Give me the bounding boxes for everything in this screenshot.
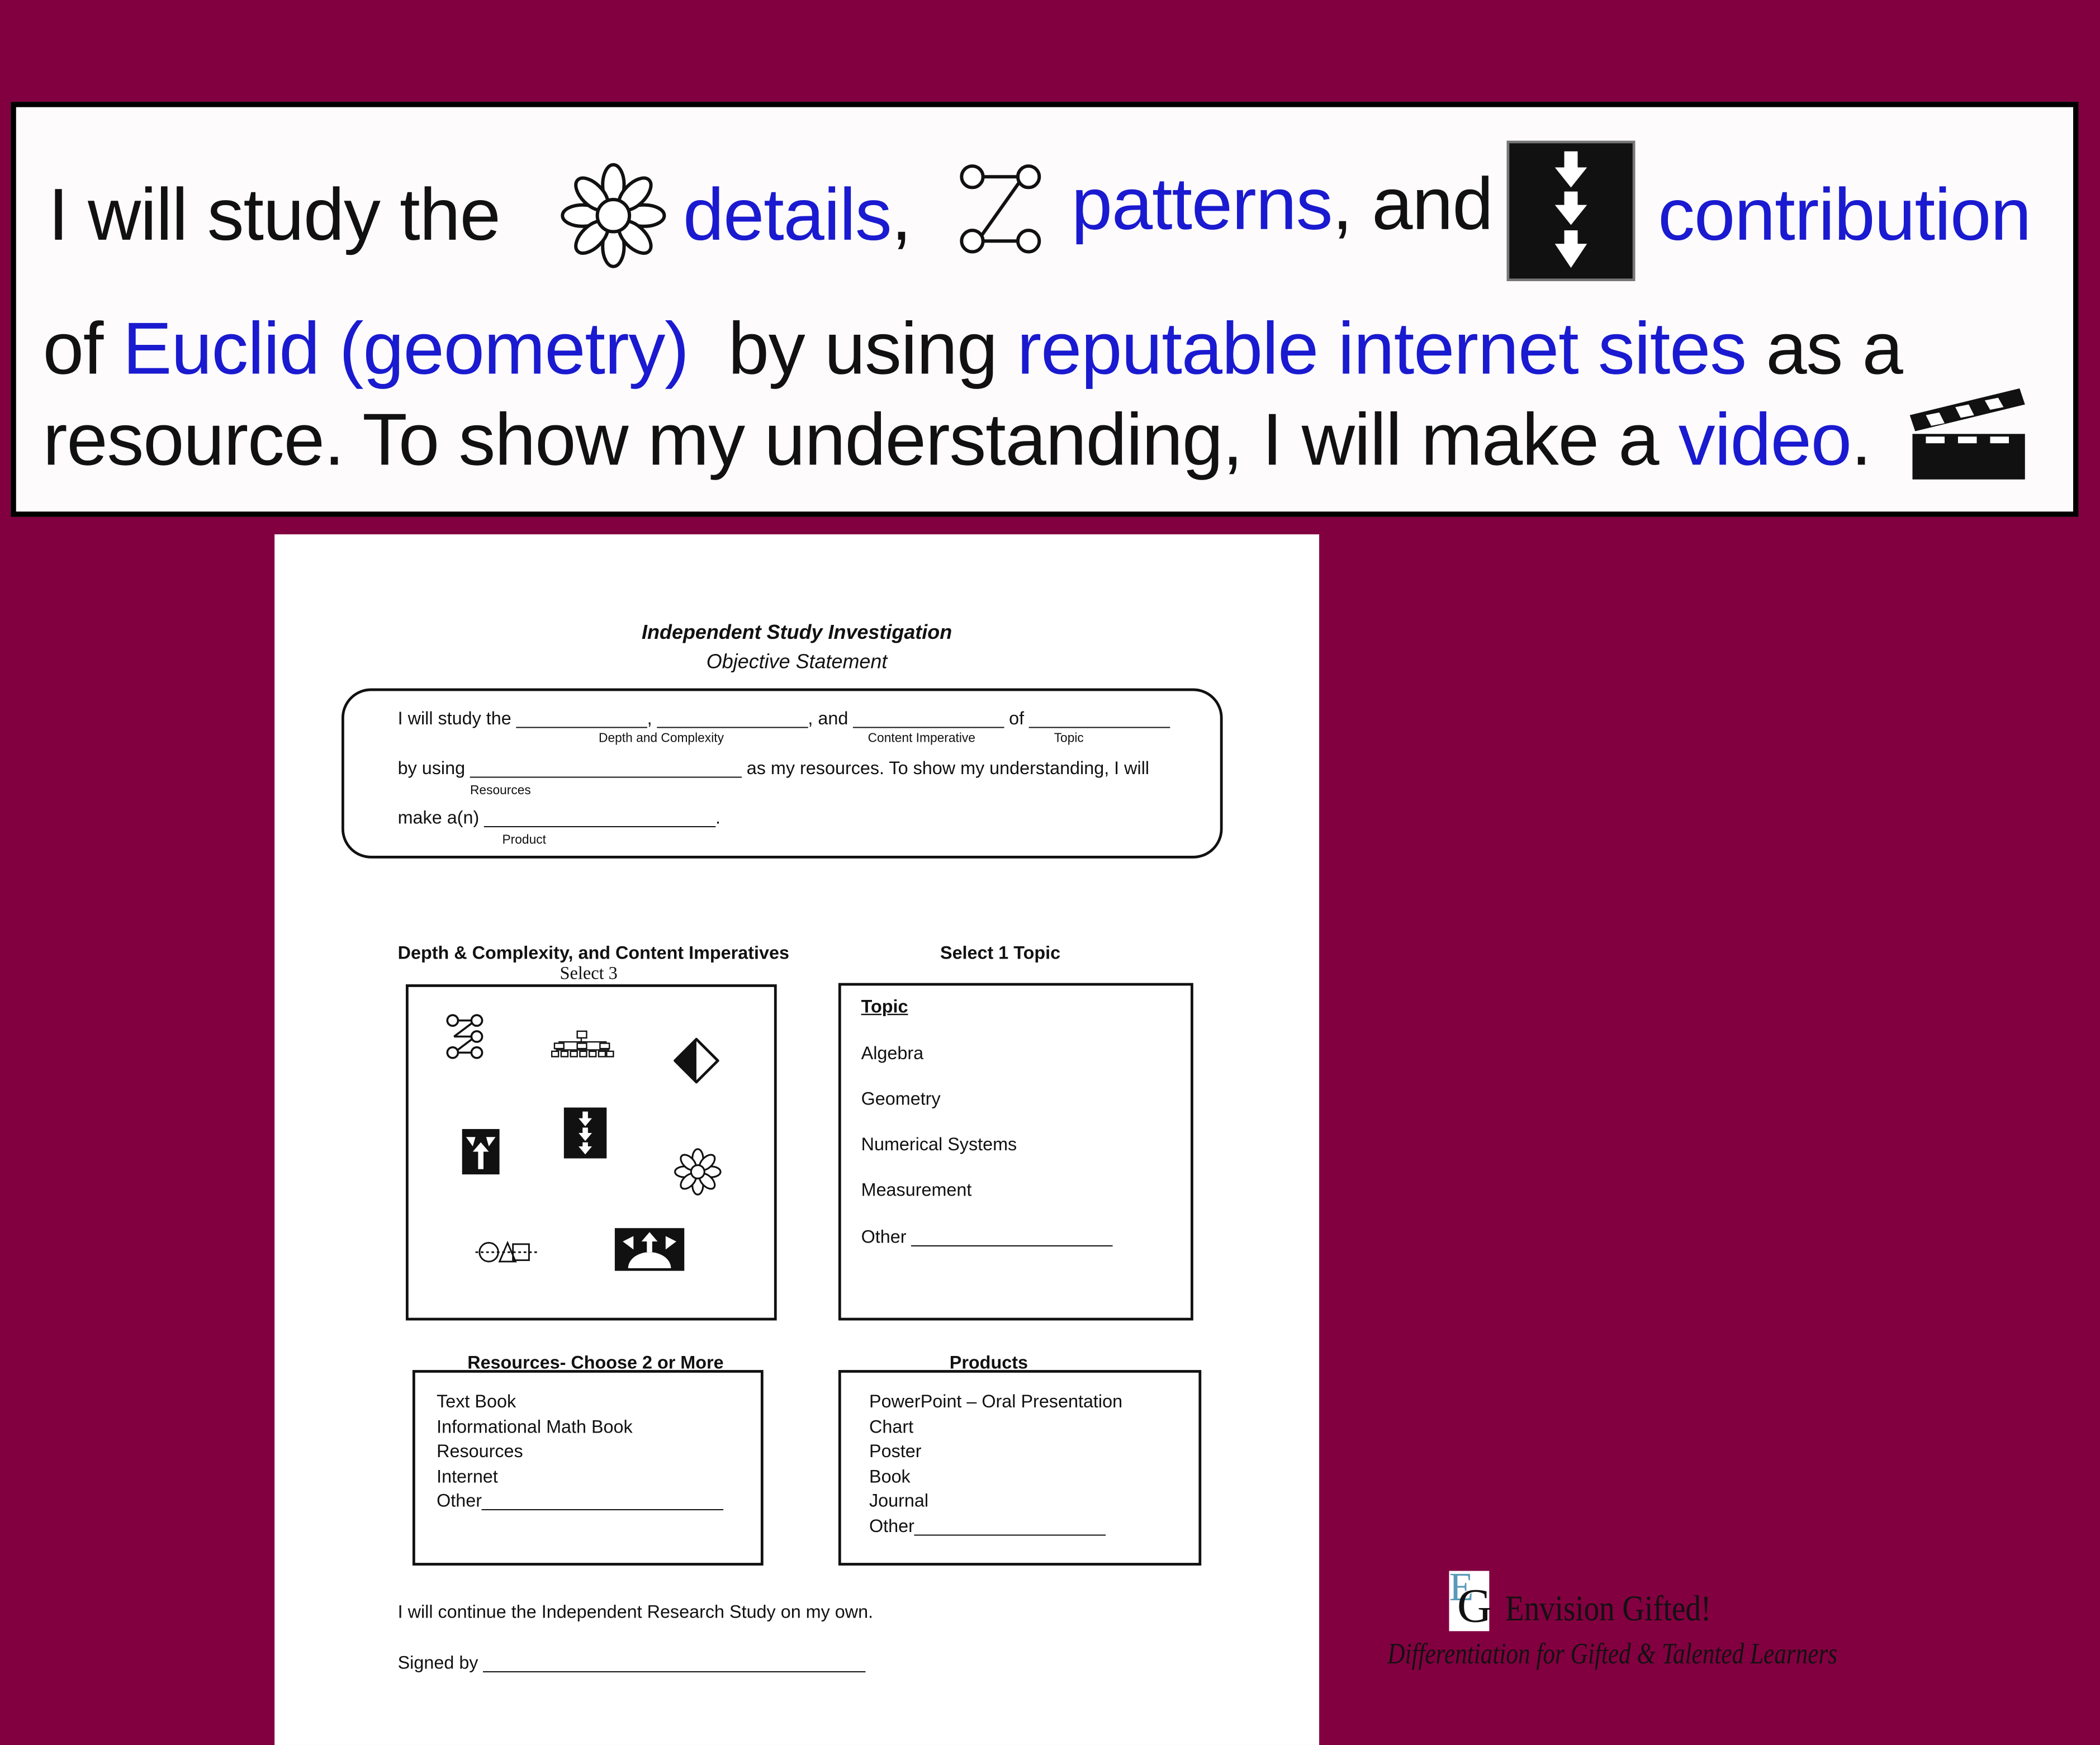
- objective-line1: I will study the _____________, ________…: [397, 708, 1170, 729]
- line3-text: resource. To show my understanding, I wi…: [42, 397, 1679, 481]
- resource-word: reputable internet sites: [1017, 306, 1747, 390]
- resource-item: Other________________________: [437, 1490, 723, 1511]
- logo-mark-g: G: [1457, 1578, 1492, 1633]
- worksheet-page: Independent Study Investigation Objectiv…: [274, 534, 1320, 1745]
- signature-line: Signed by ______________________________…: [397, 1652, 866, 1673]
- by-using-text: by using: [688, 306, 1017, 390]
- objective-line2: by using ___________________________ as …: [397, 758, 1150, 779]
- label-topic: Topic: [1054, 731, 1084, 746]
- multiple-perspectives-icon: [614, 1228, 685, 1271]
- objective-line3: make a(n) _______________________.: [397, 807, 720, 828]
- as-a-text: as a: [1746, 306, 1903, 390]
- banner-line1-prefix: I will study the: [48, 173, 501, 256]
- label-product: Product: [502, 833, 546, 848]
- resource-item: Resources: [437, 1441, 523, 1462]
- dc-subheading: Select 3: [560, 962, 618, 983]
- details-icon: [674, 1148, 722, 1196]
- patterns-word: patterns: [1071, 162, 1333, 245]
- topic-list-heading: Topic: [861, 996, 908, 1017]
- topic-item: Measurement: [861, 1179, 972, 1200]
- product-word: video: [1678, 397, 1852, 481]
- resource-item: Informational Math Book: [437, 1416, 633, 1436]
- topic-box: Topic Algebra Geometry Numerical Systems…: [838, 983, 1193, 1321]
- objective-banner: I will study the details, patterns, and …: [11, 102, 2079, 517]
- label-resources: Resources: [470, 783, 531, 799]
- ethics-icon: [674, 1037, 719, 1084]
- product-item: PowerPoint – Oral Presentation: [869, 1391, 1123, 1412]
- product-item: Book: [869, 1466, 911, 1486]
- patterns-icon: [960, 164, 1041, 254]
- contribution-word: contribution: [1658, 173, 2031, 256]
- label-depth-complexity: Depth and Complexity: [599, 731, 724, 746]
- comma: ,: [891, 173, 912, 256]
- topic-item: Geometry: [861, 1088, 941, 1109]
- products-box: PowerPoint – Oral Presentation Chart Pos…: [838, 1370, 1202, 1566]
- topic-item: Algebra: [861, 1043, 924, 1064]
- worksheet-subtitle: Objective Statement: [706, 651, 888, 674]
- continue-statement: I will continue the Independent Research…: [397, 1601, 874, 1622]
- contribution-arrows-icon: [1506, 140, 1636, 282]
- dc-icons-box: [405, 984, 777, 1321]
- flower-details-icon: [561, 163, 666, 268]
- contribution-icon: [563, 1107, 607, 1159]
- resources-box: Text Book Informational Math Book Resour…: [412, 1370, 764, 1566]
- resource-item: Text Book: [437, 1391, 516, 1412]
- trends-icon: [462, 1128, 500, 1175]
- logo-name: Envision Gifted!: [1505, 1588, 1712, 1629]
- dc-heading: Depth & Complexity, and Content Imperati…: [397, 942, 789, 963]
- label-content-imperative: Content Imperative: [868, 731, 975, 746]
- patterns-icon: [446, 1014, 483, 1059]
- topic-item: Other ____________________: [861, 1226, 1113, 1247]
- product-item: Other___________________: [869, 1515, 1106, 1536]
- product-item: Poster: [869, 1441, 922, 1462]
- worksheet-title: Independent Study Investigation: [642, 621, 952, 644]
- product-item: Journal: [869, 1490, 929, 1511]
- period: .: [1851, 397, 1872, 481]
- and-text: , and: [1332, 162, 1493, 245]
- topic-heading: Select 1 Topic: [940, 942, 1061, 963]
- product-item: Chart: [869, 1416, 914, 1436]
- big-idea-hierarchy-icon: [551, 1030, 614, 1058]
- topic-word: Euclid (geometry): [122, 306, 689, 390]
- logo-tagline: Differentiation for Gifted & Talented Le…: [1387, 1636, 1838, 1670]
- topic-item: Numerical Systems: [861, 1134, 1017, 1155]
- details-word: details: [682, 173, 892, 256]
- resource-item: Internet: [437, 1466, 498, 1486]
- logo-mark: E G: [1449, 1566, 1492, 1633]
- of-text: of: [42, 306, 123, 390]
- clapperboard-icon: [1909, 388, 2025, 480]
- change-over-time-icon: [475, 1240, 537, 1263]
